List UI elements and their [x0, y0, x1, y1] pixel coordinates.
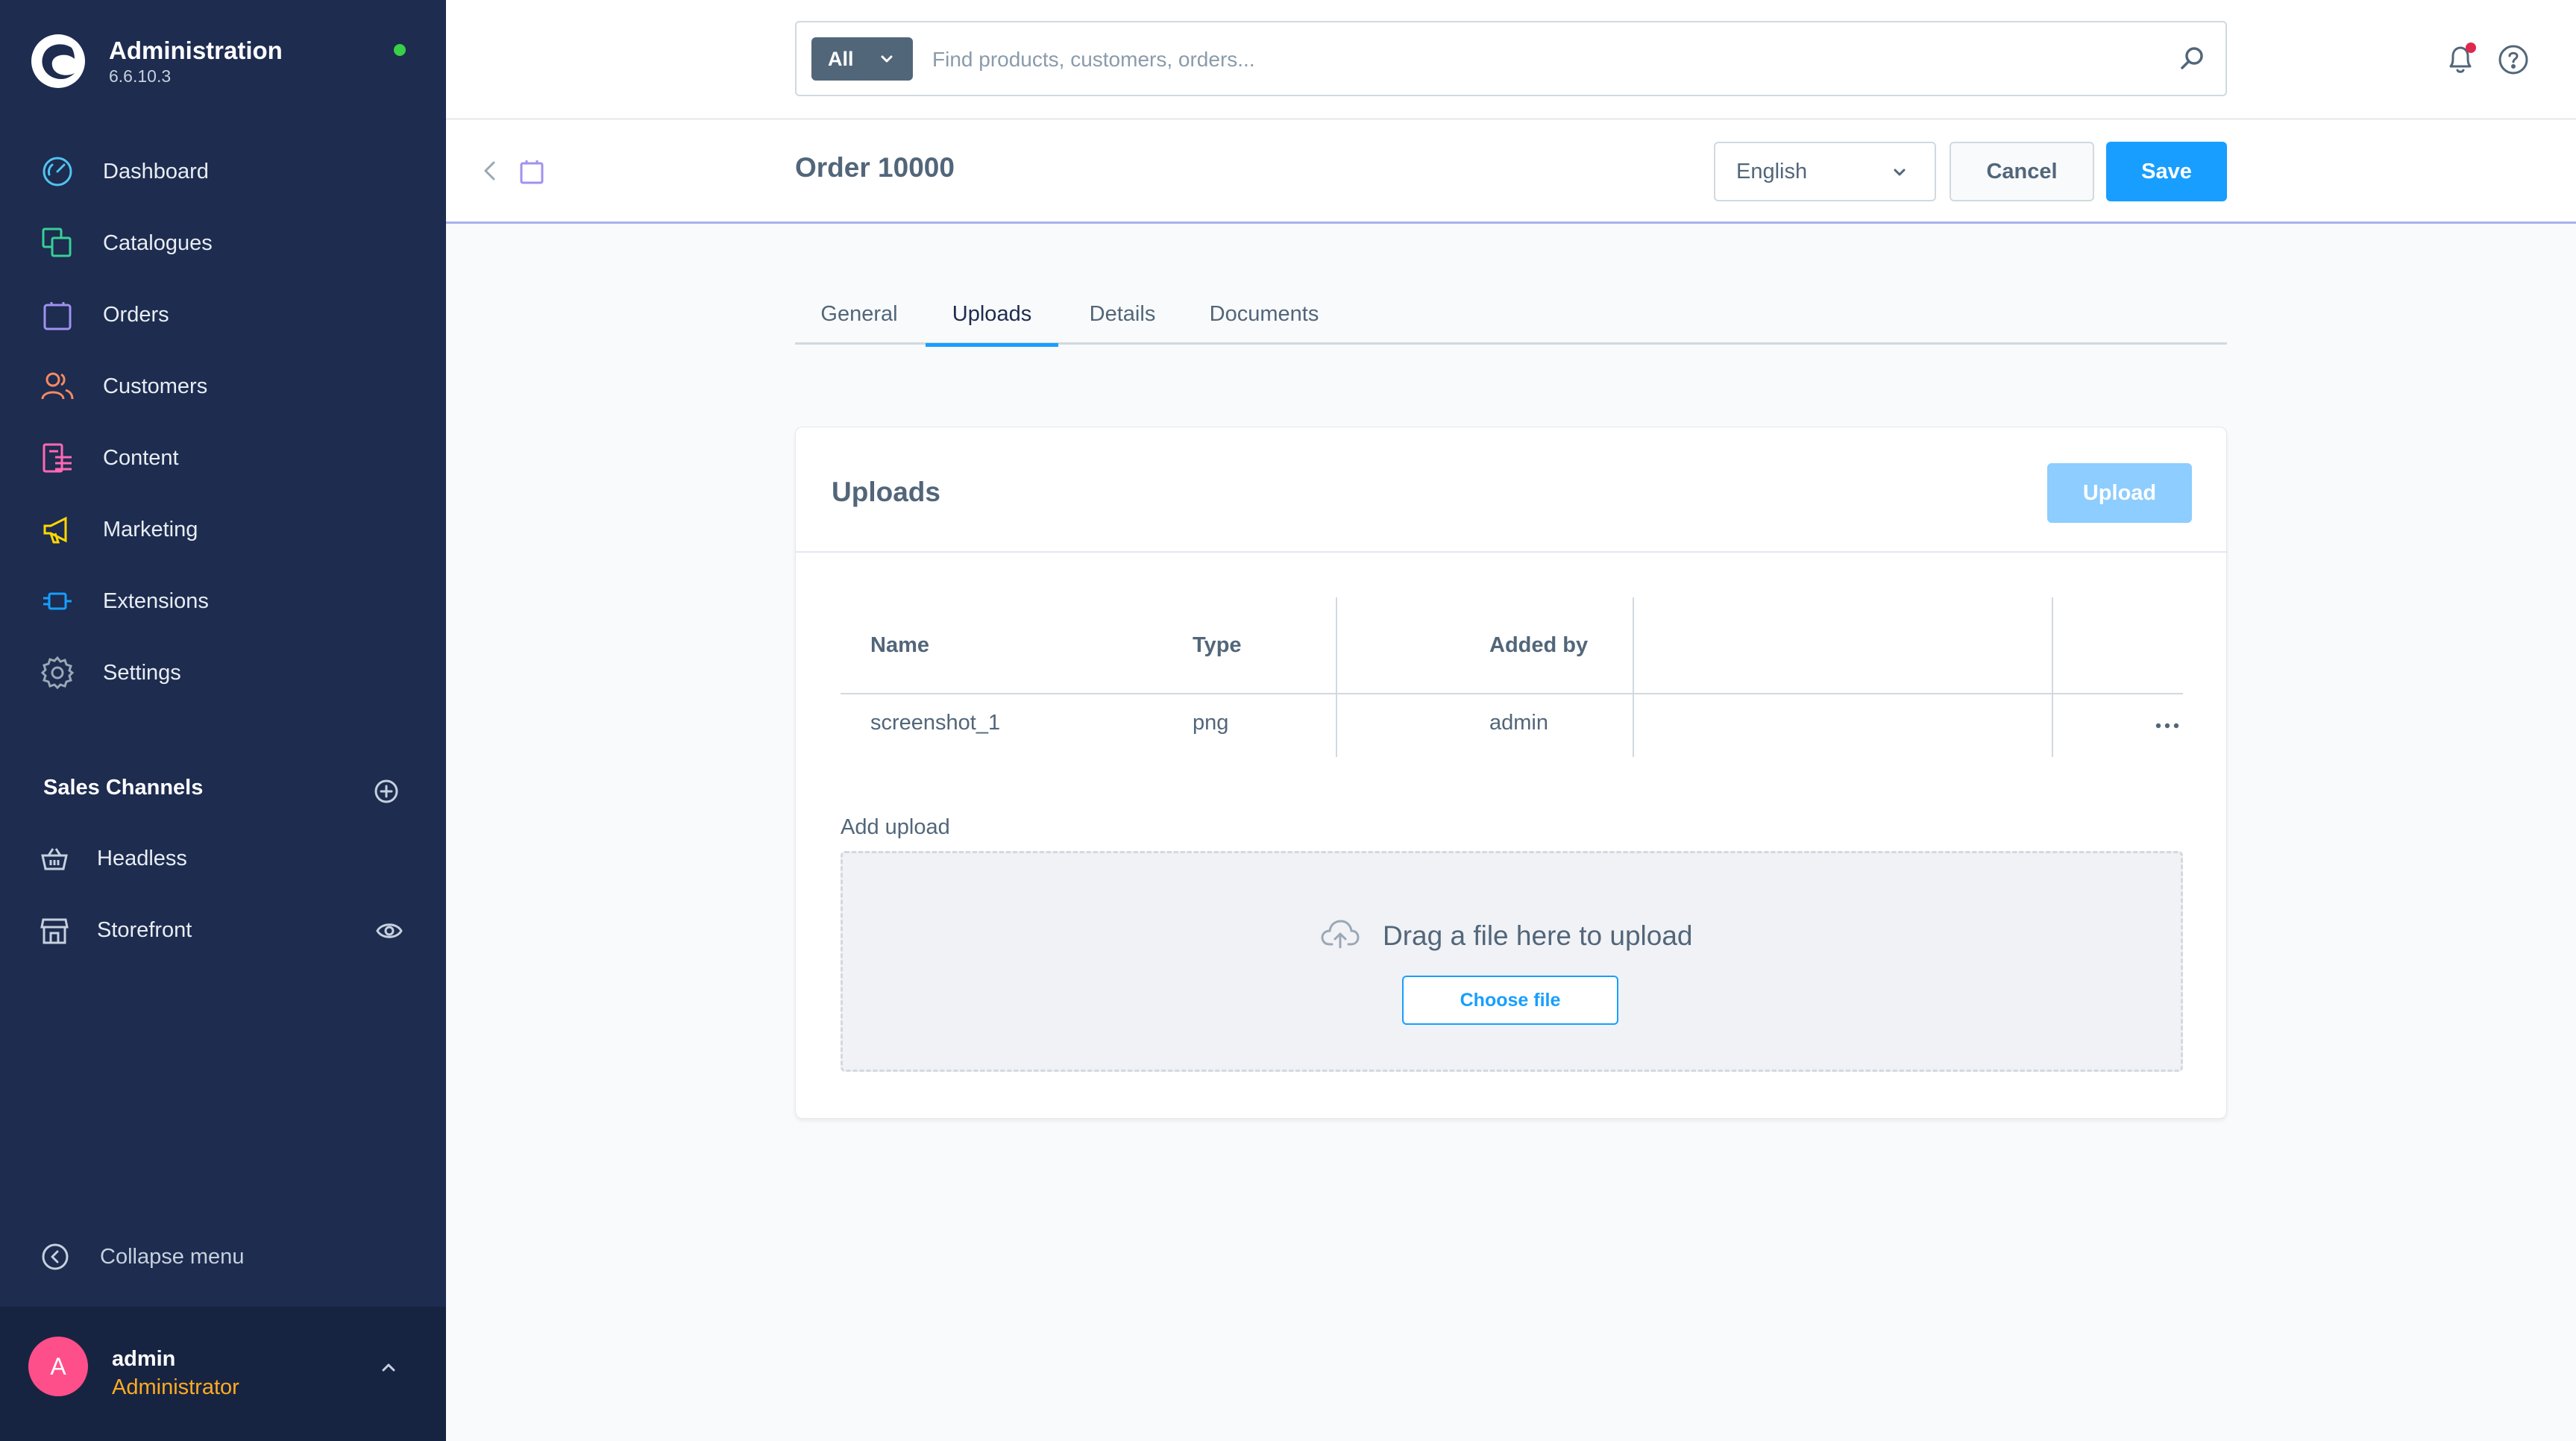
online-status-dot — [394, 44, 406, 56]
orders-icon — [43, 302, 72, 330]
storefront-icon — [40, 918, 69, 944]
app-version: 6.6.10.3 — [109, 66, 172, 86]
upload-button[interactable]: Upload — [2047, 463, 2192, 523]
add-upload-label: Add upload — [841, 815, 950, 839]
tab-general[interactable]: General — [795, 283, 923, 345]
language-select[interactable]: English — [1714, 142, 1936, 201]
add-sales-channel-icon[interactable] — [373, 778, 400, 805]
back-arrow-icon[interactable] — [477, 157, 503, 185]
basket-icon — [41, 848, 68, 870]
file-dropzone[interactable]: Drag a file here to upload Choose file — [841, 851, 2183, 1072]
catalogues-icon — [42, 227, 72, 257]
search-icon[interactable] — [2178, 43, 2208, 73]
chevron-down-icon — [881, 55, 893, 63]
tab-details[interactable]: Details — [1060, 283, 1185, 345]
user-role: Administrator — [112, 1375, 239, 1399]
sidebar-item-content[interactable]: Content — [0, 428, 446, 488]
search-input[interactable] — [932, 40, 2126, 79]
save-button[interactable]: Save — [2106, 142, 2227, 201]
dropzone-text: Drag a file here to upload — [1383, 920, 1693, 951]
chevron-left-circle-icon — [42, 1243, 69, 1270]
table-header: Name Type Added by — [841, 597, 2183, 694]
sidebar: Administration 6.6.10.3 Dashboard Catalo… — [0, 0, 446, 1441]
cell-name: screenshot_1 — [870, 711, 1001, 735]
collapse-menu-button[interactable]: Collapse menu — [40, 1242, 244, 1272]
sidebar-item-extensions[interactable]: Extensions — [0, 571, 446, 631]
column-header-name[interactable]: Name — [870, 633, 929, 658]
search-type-label: All — [828, 47, 854, 70]
page-title: Order 10000 — [795, 152, 955, 183]
sidebar-item-marketing[interactable]: Marketing — [0, 500, 446, 559]
sidebar-item-catalogues[interactable]: Catalogues — [0, 213, 446, 273]
eye-icon[interactable] — [376, 920, 403, 942]
sales-channel-label: Storefront — [97, 918, 192, 942]
orders-icon — [520, 160, 544, 184]
app-title: Administration — [109, 37, 283, 64]
column-divider[interactable] — [1633, 597, 1634, 757]
sidebar-item-label: Content — [103, 445, 179, 470]
column-header-type[interactable]: Type — [1193, 633, 1242, 658]
table-row[interactable]: screenshot_1 png admin — [841, 694, 2183, 757]
sales-channel-headless[interactable]: Headless — [0, 832, 446, 884]
shopware-logo-icon — [31, 34, 85, 88]
dashboard-icon — [43, 157, 72, 186]
sidebar-item-label: Orders — [103, 302, 169, 327]
user-menu[interactable]: A admin Administrator — [0, 1307, 446, 1441]
uploads-card: Uploads Upload Name Type Added by screen… — [795, 427, 2228, 1119]
chevron-down-icon — [1894, 169, 1906, 176]
settings-icon — [40, 656, 75, 690]
top-header: All — [446, 0, 2576, 119]
more-actions-icon[interactable] — [2155, 721, 2180, 730]
sales-channel-storefront[interactable]: Storefront — [0, 903, 446, 955]
language-value: English — [1736, 160, 1808, 183]
extensions-icon — [43, 592, 72, 610]
uploads-table: Name Type Added by screenshot_1 png admi… — [841, 597, 2183, 757]
chevron-up-icon[interactable] — [377, 1356, 400, 1378]
order-tabs: General Uploads Details Documents — [795, 283, 2227, 347]
sidebar-item-orders[interactable]: Orders — [0, 285, 446, 345]
search-type-dropdown[interactable]: All — [811, 37, 913, 81]
sales-channels-title: Sales Channels — [43, 776, 204, 800]
sidebar-item-label: Extensions — [103, 588, 209, 613]
cell-added-by: admin — [1489, 711, 1548, 735]
choose-file-button[interactable]: Choose file — [1402, 976, 1618, 1025]
sales-channel-label: Headless — [97, 847, 187, 870]
sidebar-item-label: Dashboard — [103, 159, 209, 183]
cancel-button[interactable]: Cancel — [1950, 142, 2094, 201]
notification-badge — [2466, 43, 2476, 53]
sidebar-item-label: Marketing — [103, 517, 198, 541]
card-header: Uploads Upload — [796, 427, 2228, 553]
help-icon[interactable] — [2497, 43, 2530, 76]
column-divider[interactable] — [1336, 597, 1337, 757]
sidebar-item-label: Catalogues — [103, 230, 213, 255]
smart-bar: Order 10000 English Cancel Save — [446, 119, 2576, 224]
sidebar-item-dashboard[interactable]: Dashboard — [0, 142, 446, 201]
user-name: admin — [112, 1347, 176, 1371]
customers-icon — [41, 372, 74, 400]
marketing-icon — [43, 516, 67, 544]
global-search: All — [795, 21, 2227, 96]
avatar: A — [28, 1337, 88, 1396]
content-icon — [43, 443, 72, 473]
collapse-menu-label: Collapse menu — [100, 1244, 245, 1269]
sidebar-item-settings[interactable]: Settings — [0, 643, 446, 703]
sidebar-item-label: Settings — [103, 660, 181, 685]
tab-documents[interactable]: Documents — [1187, 283, 1341, 345]
sidebar-item-customers[interactable]: Customers — [0, 357, 446, 416]
card-title: Uploads — [832, 477, 940, 507]
cloud-upload-icon — [1321, 920, 1360, 949]
column-divider[interactable] — [2052, 597, 2053, 757]
column-header-added-by[interactable]: Added by — [1489, 633, 1588, 658]
brand[interactable]: Administration 6.6.10.3 — [30, 33, 283, 90]
cell-type: png — [1193, 711, 1229, 735]
tab-uploads[interactable]: Uploads — [926, 283, 1058, 347]
sidebar-item-label: Customers — [103, 374, 208, 398]
